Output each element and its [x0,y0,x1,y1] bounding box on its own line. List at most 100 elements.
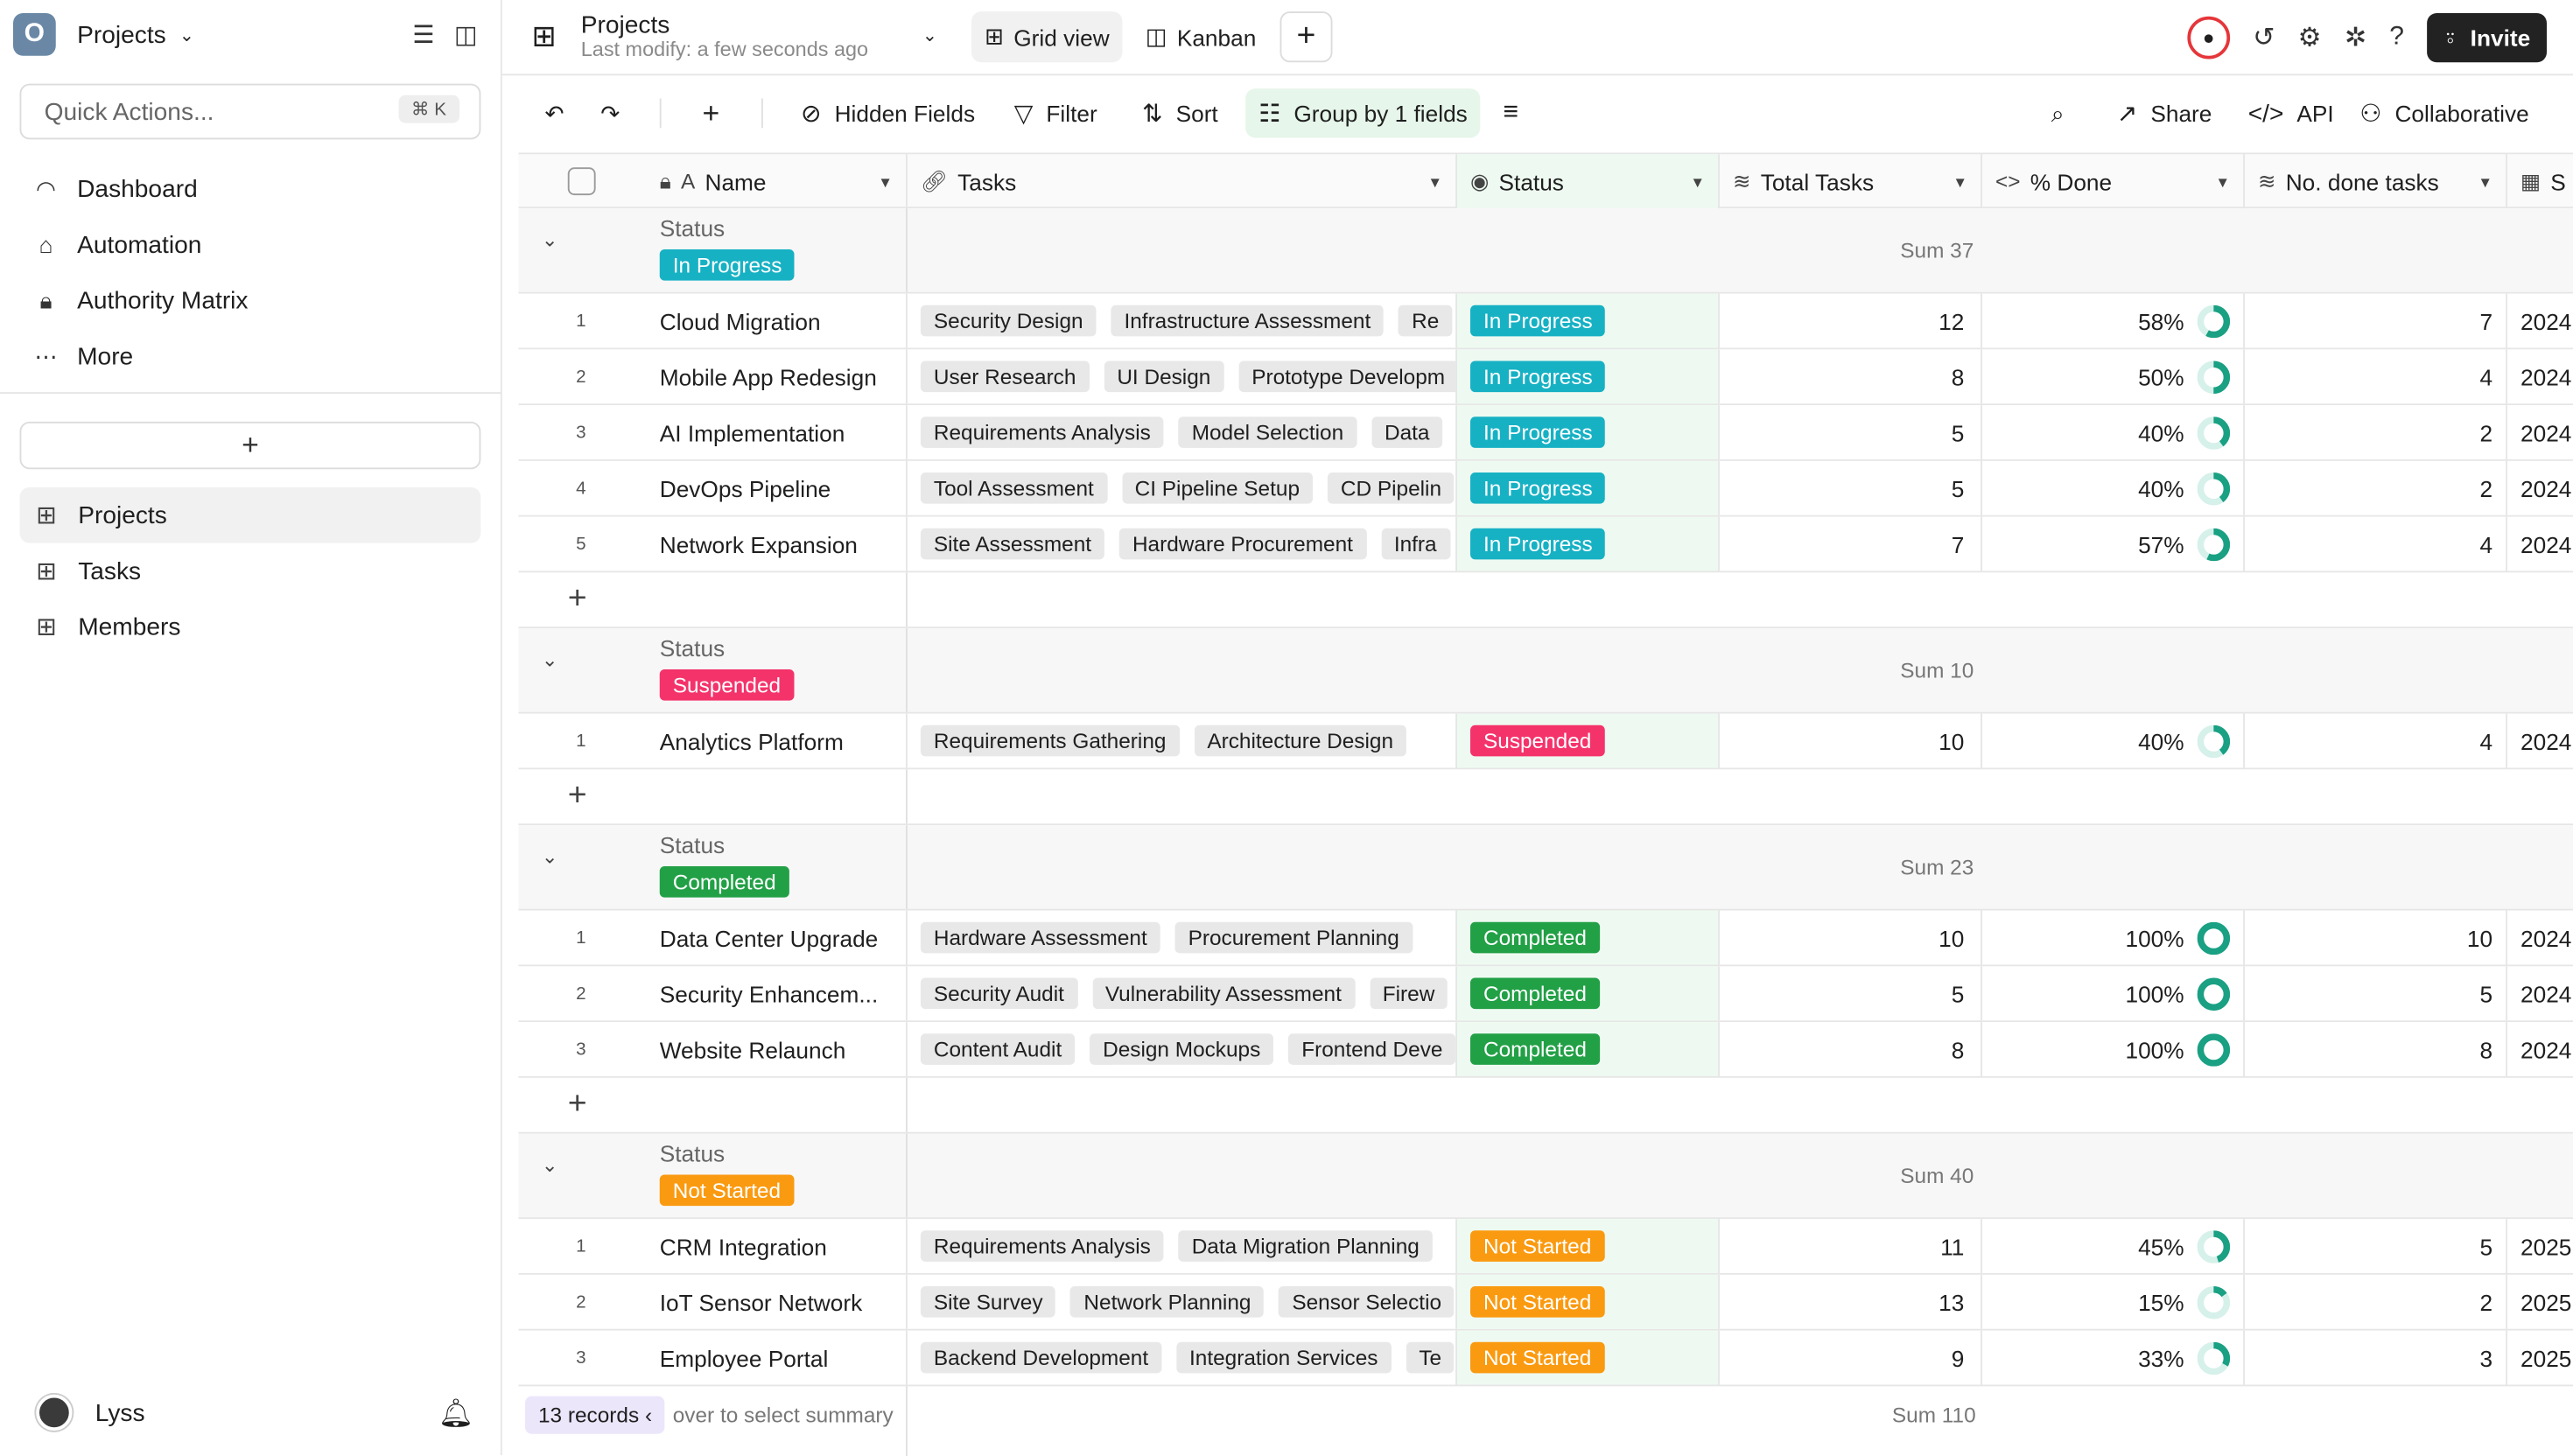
cell-date[interactable]: 2024 [2507,911,2573,965]
caret-down-icon[interactable]: ▼ [1953,174,1967,191]
api-button[interactable]: </> API [2235,88,2347,137]
cell-total-tasks[interactable]: 7 [1720,516,1982,571]
search-button[interactable]: ⌕ [2038,88,2078,137]
tab-grid-view[interactable]: ⊞ Grid view [971,11,1123,63]
caret-down-icon[interactable]: ▼ [1427,174,1442,191]
cell-tasks[interactable]: User Research UI Design Prototype Developm [908,349,1457,404]
cell-done-tasks[interactable]: 2 [2245,1274,2507,1329]
select-all-checkbox[interactable] [519,154,660,208]
cell-tasks[interactable]: Backend Development Integration Services T… [908,1330,1457,1385]
hidden-fields-button[interactable]: ⊘ Hidden Fields [788,88,988,137]
cell-name[interactable]: AI Implementation [660,405,908,459]
cell-status[interactable]: Not Started [1457,1219,1720,1273]
caret-down-icon[interactable]: ▼ [878,174,893,191]
sidebar-item-automation[interactable]: ⌂ Automation [33,217,249,273]
cell-name[interactable]: Mobile App Redesign [660,349,908,404]
cell-date[interactable]: 2024 [2507,966,2573,1020]
cell-percent-done[interactable]: 100% [1982,1022,2245,1076]
chevron-down-icon[interactable]: ⌄ [542,228,558,251]
cell-done-tasks[interactable]: 8 [2245,1022,2507,1076]
cell-name[interactable]: Cloud Migration [660,293,908,348]
cell-date[interactable]: 2024 [2507,517,2573,571]
add-table-button[interactable]: + [19,421,481,470]
cell-status[interactable]: In Progress [1457,349,1720,404]
column-header-status[interactable]: ◉ Status ▼ [1457,154,1720,209]
cell-name[interactable]: Analytics Platform [660,713,908,768]
cell-status[interactable]: Suspended [1457,713,1720,768]
cell-status[interactable]: Completed [1457,966,1720,1021]
cell-date[interactable]: 2024 [2507,405,2573,459]
cell-percent-done[interactable]: 57% [1982,516,2245,571]
cell-total-tasks[interactable]: 8 [1720,1022,1982,1076]
add-record-button[interactable]: + [690,88,733,137]
chevron-down-icon[interactable]: ⌄ [542,1153,558,1176]
cell-percent-done[interactable]: 100% [1982,966,2245,1021]
undo-button[interactable]: ↶ [532,88,578,137]
cell-status[interactable]: In Progress [1457,293,1720,348]
history-icon[interactable]: ↺ [2253,21,2275,54]
column-header-percent-done[interactable]: <> % Done ▼ [1982,154,2245,209]
cell-name[interactable]: Security Enhancem... [660,966,908,1021]
bell-icon[interactable]: 🔔︎ [438,1398,473,1432]
cell-total-tasks[interactable]: 9 [1720,1330,1982,1385]
chevron-down-icon[interactable]: ⌄ [542,845,558,868]
cell-tasks[interactable]: Requirements Gathering Architecture Desig… [908,713,1457,768]
cell-done-tasks[interactable]: 4 [2245,516,2507,571]
menu-icon[interactable]: ☰ [412,20,434,49]
cell-date[interactable]: 2024 [2507,349,2573,403]
cell-date[interactable]: 2025 [2507,1331,2573,1385]
cell-name[interactable]: CRM Integration [660,1219,908,1273]
cell-date[interactable]: 2024 [2507,294,2573,348]
table-row[interactable]: 5 Network Expansion Site Assessment Hardwar… [518,516,2573,573]
plus-icon[interactable]: + [568,581,587,619]
cell-name[interactable]: Network Expansion [660,516,908,571]
workspace-switcher[interactable]: O Projects ⌄ [13,10,194,59]
column-header-tasks[interactable]: 🔗︎ Tasks ▼ [908,154,1457,209]
column-header-date[interactable]: ▦ S [2507,154,2573,208]
cell-done-tasks[interactable]: 7 [2245,293,2507,348]
table-row[interactable]: 3 Website Relaunch Content Audit Design Moc… [518,1022,2573,1078]
cell-done-tasks[interactable]: 2 [2245,460,2507,515]
cell-tasks[interactable]: Site Assessment Hardware Procurement Infra [908,516,1457,571]
cell-status[interactable]: Completed [1457,910,1720,965]
sidebar-item-tasks[interactable]: ⊞ Tasks [20,543,481,599]
cell-tasks[interactable]: Security Audit Vulnerability Assessment Fi… [908,966,1457,1021]
chevron-down-icon[interactable]: ⌄ [542,648,558,671]
table-row[interactable]: 3 AI Implementation Requirements Analysis M… [518,405,2573,461]
cell-date[interactable]: 2024 [2507,1022,2573,1076]
collaborator-avatar[interactable]: ● [2187,16,2231,60]
sort-button[interactable]: ⇅ Sort [1129,88,1231,137]
cell-tasks[interactable]: Tool Assessment CI Pipeline Setup CD Pipel… [908,460,1457,515]
cell-name[interactable]: Employee Portal [660,1330,908,1385]
cell-done-tasks[interactable]: 4 [2245,349,2507,404]
sidebar-item-projects[interactable]: ⊞ Projects [19,486,481,543]
cell-percent-done[interactable]: 45% [1982,1219,2245,1273]
group-header[interactable]: ⌄ Status In Progress Sum 37 [518,208,2573,294]
column-header-name[interactable]: 🔒︎ A Name ▼ [660,154,908,209]
cell-tasks[interactable]: Requirements Analysis Data Migration Plan… [908,1219,1457,1273]
cell-tasks[interactable]: Content Audit Design Mockups Frontend Deve [908,1022,1457,1076]
sidebar-item-more[interactable]: ⋯ More [33,328,249,384]
table-row[interactable]: 2 Mobile App Redesign User Research UI Desi… [518,349,2573,406]
cell-name[interactable]: Data Center Upgrade [660,910,908,965]
cell-done-tasks[interactable]: 5 [2245,1219,2507,1273]
chevron-down-icon[interactable]: ⌄ [922,24,937,46]
cell-percent-done[interactable]: 15% [1982,1274,2245,1329]
cell-done-tasks[interactable]: 5 [2245,966,2507,1021]
tab-kanban[interactable]: ◫ Kanban [1132,11,1270,62]
table-row[interactable]: 1 Analytics Platform Requirements Gatherin… [518,713,2573,770]
cell-total-tasks[interactable]: 10 [1720,910,1982,965]
table-row[interactable]: 4 DevOps Pipeline Tool Assessment CI Pipeli… [518,460,2573,517]
filter-button[interactable]: ▽ Filter [1001,88,1111,137]
table-row[interactable]: 1 CRM Integration Requirements Analysis Dat… [518,1219,2573,1275]
cell-done-tasks[interactable]: 10 [2245,910,2507,965]
cell-name[interactable]: DevOps Pipeline [660,460,908,515]
cell-tasks[interactable]: Security Design Infrastructure Assessment… [908,293,1457,348]
plugin-icon[interactable]: ✲ [2345,21,2366,54]
caret-down-icon[interactable]: ▼ [1690,174,1705,191]
cell-total-tasks[interactable]: 13 [1720,1274,1982,1329]
cell-status[interactable]: Not Started [1457,1274,1720,1329]
plus-icon[interactable]: + [568,778,587,816]
collaborative-button[interactable]: ⚇ Collaborative [2346,88,2541,137]
cell-total-tasks[interactable]: 8 [1720,349,1982,404]
